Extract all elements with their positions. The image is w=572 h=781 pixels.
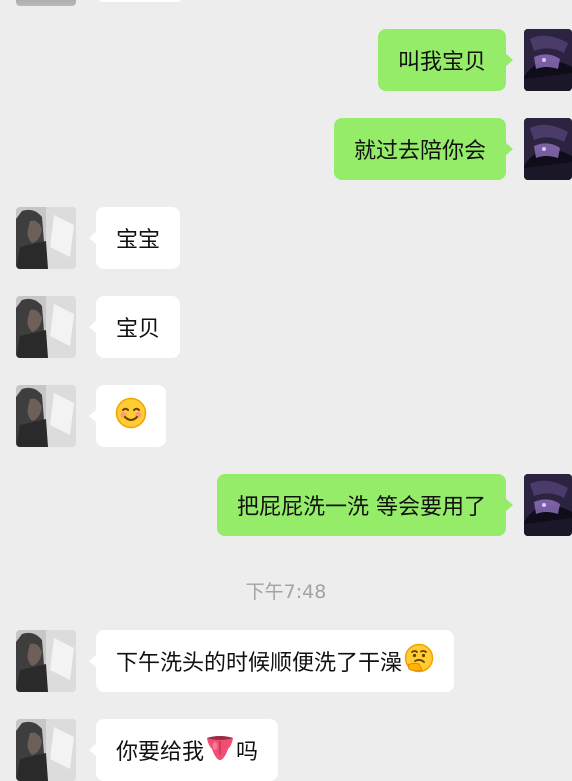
my-avatar[interactable] [524, 118, 572, 180]
message-row: 叫我宝贝 [0, 29, 572, 91]
message-row: 就过去陪你会 [0, 118, 572, 180]
message-row: 下午洗头的时候顺便洗了干澡 [0, 630, 572, 692]
contact-avatar[interactable] [16, 207, 76, 269]
received-message-bubble[interactable]: 你要给我 吗 [88, 719, 279, 781]
received-message-bubble[interactable]: 宝宝 [88, 207, 181, 269]
chat-area: 叫我宝贝 就过去陪你会 宝宝 宝贝 把屁屁洗一洗 等会要用了 下午7:48 下午… [0, 0, 572, 781]
contact-avatar[interactable] [16, 385, 76, 447]
received-message-bubble[interactable]: 宝贝 [88, 296, 181, 358]
contact-avatar[interactable] [16, 630, 76, 692]
message-row [0, 385, 572, 447]
my-avatar[interactable] [524, 29, 572, 91]
sent-message-bubble[interactable]: 就过去陪你会 [333, 118, 514, 180]
message-text: 把屁屁洗一洗 等会要用了 [237, 495, 486, 520]
contact-avatar[interactable] [16, 719, 76, 781]
sent-message-bubble[interactable]: 把屁屁洗一洗 等会要用了 [217, 474, 513, 536]
message-row: 把屁屁洗一洗 等会要用了 [0, 474, 572, 536]
message-text: 宝宝 [116, 228, 161, 253]
sent-message-bubble[interactable]: 叫我宝贝 [377, 29, 514, 91]
message-row: 宝宝 [0, 207, 572, 269]
smiling-face-icon [115, 397, 147, 435]
message-text-before: 你要给我 [116, 740, 205, 765]
message-text: 就过去陪你会 [353, 139, 486, 164]
contact-avatar[interactable] [16, 296, 76, 358]
partial-avatar-top [16, 0, 76, 6]
message-text: 下午洗头的时候顺便洗了干澡 [116, 651, 403, 676]
time-divider: 下午7:48 [245, 581, 327, 603]
message-row: 你要给我 吗 [0, 719, 572, 781]
tongue-icon [205, 732, 235, 768]
my-avatar[interactable] [524, 474, 572, 536]
received-message-bubble[interactable] [89, 385, 166, 447]
message-text-after: 吗 [236, 740, 259, 765]
received-message-bubble[interactable]: 下午洗头的时候顺便洗了干澡 [88, 630, 455, 692]
thinking-face-icon [404, 643, 434, 679]
message-row: 宝贝 [0, 296, 572, 358]
partial-bubble-top [96, 0, 184, 2]
message-text: 宝贝 [116, 317, 161, 342]
message-text: 叫我宝贝 [397, 50, 486, 75]
